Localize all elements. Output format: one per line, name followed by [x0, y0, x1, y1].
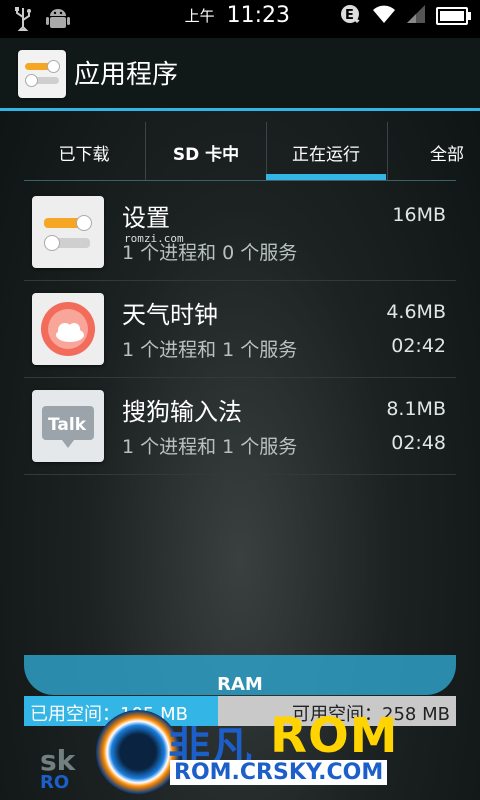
talk-icon: Talk [32, 390, 104, 462]
ram-title: RAM [217, 674, 263, 695]
android-debug-icon [46, 6, 70, 36]
process-memory: 8.1MB [386, 398, 446, 420]
process-name: 天气时钟 [122, 301, 218, 329]
tiny-watermark: romzi.com [124, 232, 184, 245]
svg-text:E: E [345, 8, 354, 23]
watermark-url: ROM.CRSKY.COM [170, 760, 388, 785]
watermark-brand-rom: ROM [270, 708, 399, 764]
settings-icon [32, 196, 104, 268]
tab-running[interactable]: 正在运行 [266, 122, 386, 182]
weather-clock-icon [32, 293, 104, 365]
process-memory: 16MB [392, 204, 446, 226]
watermark-side-text-2: RO [40, 772, 70, 793]
tab-strip: 已下载 SD 卡中 正在运行 全部 [0, 122, 480, 182]
signal-icon [406, 4, 426, 28]
process-name: 设置 [122, 204, 170, 232]
list-item-weather-clock[interactable]: 天气时钟 1 个进程和 1 个服务 4.6MB 02:42 [24, 281, 456, 378]
process-summary: 1 个进程和 1 个服务 [122, 339, 298, 361]
battery-icon [436, 6, 471, 25]
tab-downloaded[interactable]: 已下载 [24, 122, 144, 182]
am-pm-label: 上午 [184, 7, 215, 25]
e-data-icon: E [340, 4, 362, 28]
tab-all[interactable]: 全部 [388, 122, 480, 182]
process-name: 搜狗输入法 [122, 398, 242, 426]
process-uptime: 02:48 [391, 432, 446, 454]
action-bar: 应用程序 [0, 38, 480, 111]
list-item-settings[interactable]: 设置 1 个进程和 0 个服务 16MB [24, 184, 456, 281]
running-process-list: 设置 1 个进程和 0 个服务 16MB 天气时钟 1 个进程和 1 个服务 4… [24, 184, 456, 475]
settings-app-icon[interactable] [18, 50, 66, 98]
clock: 11:23 [226, 3, 290, 28]
process-memory: 4.6MB [386, 301, 446, 323]
svg-text:Talk: Talk [48, 415, 87, 435]
status-bar: 上午 11:23 E [0, 0, 480, 38]
site-watermark: sk RO 非凡 ROM ROM.CRSKY.COM [40, 702, 460, 800]
usb-icon [14, 7, 32, 35]
wifi-icon [372, 4, 396, 28]
process-summary: 1 个进程和 1 个服务 [122, 436, 298, 458]
list-item-sogou-input[interactable]: Talk 搜狗输入法 1 个进程和 1 个服务 8.1MB 02:48 [24, 378, 456, 475]
page-title: 应用程序 [74, 60, 179, 90]
process-uptime: 02:42 [391, 335, 446, 357]
tab-sd-card[interactable]: SD 卡中 [146, 122, 266, 182]
